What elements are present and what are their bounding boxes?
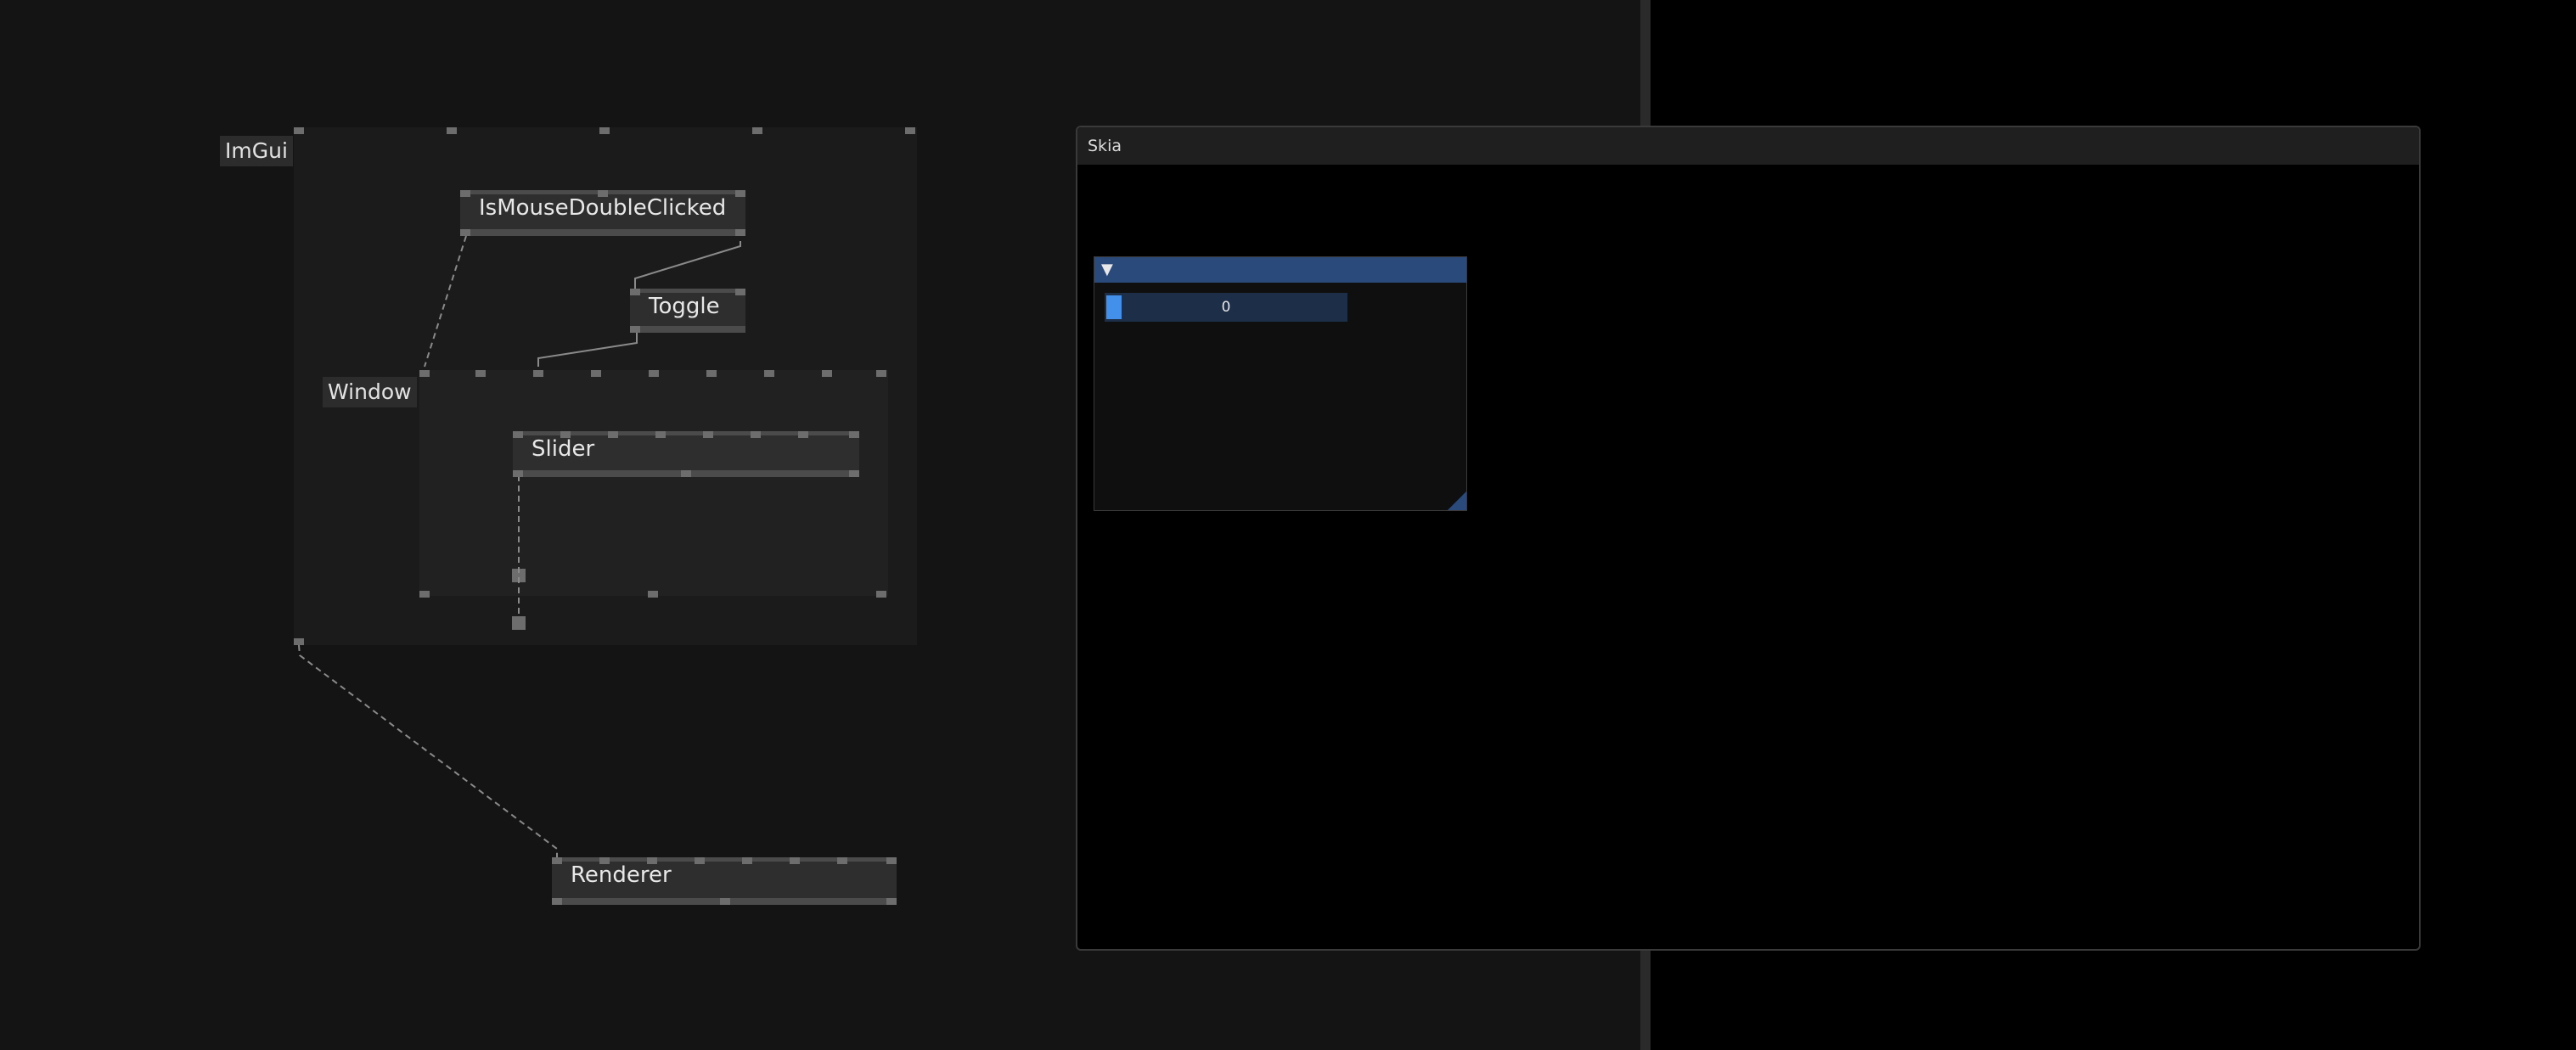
node-output-pin[interactable] <box>630 326 640 333</box>
window-region-pin[interactable] <box>419 370 430 377</box>
imgui-slider[interactable]: 0 <box>1105 293 1347 322</box>
imgui-region-pin[interactable] <box>294 127 304 134</box>
slider-value: 0 <box>1221 299 1231 316</box>
resize-grip-icon[interactable] <box>1448 491 1466 510</box>
window-region-pin[interactable] <box>876 591 886 598</box>
imgui-window-titlebar[interactable]: ▼ <box>1094 257 1466 283</box>
node-input-pin[interactable] <box>703 431 713 438</box>
window-region-pin[interactable] <box>822 370 832 377</box>
window-region-pin[interactable] <box>648 591 658 598</box>
imgui-window[interactable]: ▼ 0 <box>1094 256 1467 511</box>
window-region[interactable] <box>419 370 888 596</box>
node-slider[interactable]: Slider <box>513 431 859 477</box>
imgui-region-output-pin[interactable] <box>294 638 304 645</box>
window-region-pin[interactable] <box>876 370 886 377</box>
imgui-region-pin[interactable] <box>905 127 915 134</box>
node-output-bar <box>630 326 745 333</box>
window-region-pin[interactable] <box>475 370 486 377</box>
imgui-region-pin[interactable] <box>752 127 762 134</box>
window-region-pin[interactable] <box>591 370 601 377</box>
node-output-pin[interactable] <box>552 898 562 905</box>
link-imgui-to-renderer[interactable] <box>298 644 558 857</box>
slider-output-control-point[interactable] <box>512 569 526 582</box>
node-input-pin[interactable] <box>735 289 745 295</box>
node-toggle[interactable]: Toggle <box>630 289 745 333</box>
skia-window-title[interactable]: Skia <box>1077 127 2419 165</box>
node-input-pin[interactable] <box>790 857 800 864</box>
node-input-pin[interactable] <box>513 431 523 438</box>
node-input-pin[interactable] <box>695 857 705 864</box>
window-region-label[interactable]: Window <box>323 377 417 407</box>
node-input-pin[interactable] <box>460 190 470 197</box>
node-label: Toggle <box>649 294 720 319</box>
node-output-pin[interactable] <box>460 229 470 236</box>
node-output-pin[interactable] <box>720 898 730 905</box>
imgui-region-pin[interactable] <box>599 127 610 134</box>
node-output-pin[interactable] <box>735 229 745 236</box>
node-label: Renderer <box>571 862 672 888</box>
node-input-bar <box>630 289 745 293</box>
window-region-pin[interactable] <box>764 370 774 377</box>
window-region-pin[interactable] <box>706 370 717 377</box>
slider-output-control-point[interactable] <box>512 616 526 630</box>
node-input-pin[interactable] <box>886 857 897 864</box>
imgui-region-pin[interactable] <box>447 127 457 134</box>
node-input-pin[interactable] <box>849 431 859 438</box>
window-region-pin[interactable] <box>533 370 543 377</box>
node-label: IsMouseDoubleClicked <box>479 195 727 221</box>
node-output-pin[interactable] <box>849 470 859 477</box>
node-input-pin[interactable] <box>655 431 666 438</box>
node-input-pin[interactable] <box>735 190 745 197</box>
node-label: Slider <box>532 436 595 462</box>
node-input-pin[interactable] <box>837 857 847 864</box>
skia-window[interactable]: Skia ▼ 0 <box>1076 126 2421 951</box>
window-region-pin[interactable] <box>419 591 430 598</box>
node-output-pin[interactable] <box>513 470 523 477</box>
node-renderer[interactable]: Renderer <box>552 857 897 905</box>
node-input-pin[interactable] <box>751 431 761 438</box>
node-output-pin[interactable] <box>681 470 691 477</box>
node-input-pin[interactable] <box>742 857 752 864</box>
node-input-pin[interactable] <box>630 289 640 295</box>
window-region-pin[interactable] <box>649 370 659 377</box>
imgui-region-label[interactable]: ImGui <box>220 136 293 166</box>
node-input-pin[interactable] <box>552 857 562 864</box>
triangle-down-icon[interactable]: ▼ <box>1101 261 1113 279</box>
node-input-pin[interactable] <box>798 431 808 438</box>
node-output-bar <box>460 229 745 236</box>
node-input-pin[interactable] <box>608 431 618 438</box>
node-is-mouse-double-clicked[interactable]: IsMouseDoubleClicked <box>460 190 745 236</box>
node-output-pin[interactable] <box>886 898 897 905</box>
